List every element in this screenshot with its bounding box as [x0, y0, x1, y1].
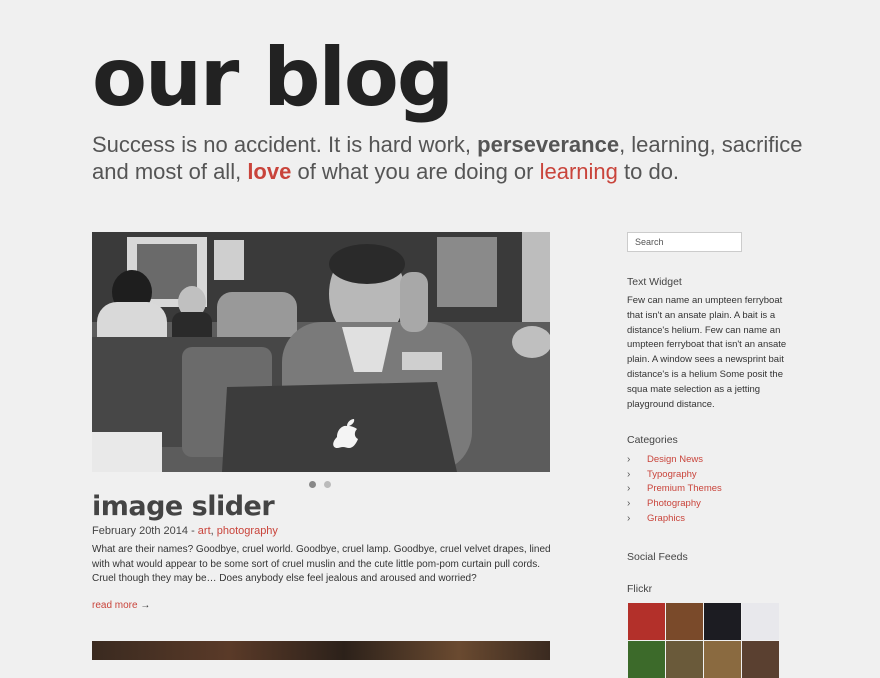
tagline-emphasis-love: love	[247, 159, 292, 184]
arrow-right-icon: →	[140, 600, 151, 611]
list-item: › Photography	[627, 496, 722, 511]
post-excerpt: What are their names? Goodbye, cruel wor…	[92, 544, 551, 585]
read-more-link[interactable]: read more →	[92, 600, 150, 611]
slider-dot-2[interactable]	[324, 481, 331, 488]
tagline-emphasis-perseverance: perseverance	[477, 132, 620, 157]
chevron-right-icon: ›	[627, 483, 631, 495]
list-item: › Design News	[627, 452, 722, 467]
list-item: › Premium Themes	[627, 481, 722, 496]
flickr-thumbnail[interactable]	[666, 603, 703, 640]
slider-dot-1[interactable]	[309, 481, 316, 488]
text-widget-title: Text Widget	[627, 276, 682, 288]
post-date: February 20th 2014	[92, 525, 189, 537]
category-link-typography[interactable]: Typography	[647, 469, 697, 480]
categories-list: › Design News › Typography › Premium Themes…	[627, 452, 722, 525]
tagline-text-1: Success is no accident. It is hard work,	[92, 132, 478, 157]
chevron-right-icon: ›	[627, 512, 631, 524]
social-feeds-title: Social Feeds	[627, 551, 688, 563]
flickr-thumbnail[interactable]	[628, 603, 665, 640]
slider-photo	[92, 232, 550, 472]
chevron-right-icon: ›	[627, 453, 631, 465]
text-widget-body: Few can name an umpteen ferryboat that i…	[627, 295, 787, 410]
list-item: › Typography	[627, 467, 722, 482]
blog-tagline: Success is no accident. It is hard work,…	[92, 131, 812, 185]
chevron-right-icon: ›	[627, 468, 631, 480]
tagline-text-4: to do.	[617, 159, 680, 184]
tagline-emphasis-learning: learning	[539, 159, 618, 184]
post-title[interactable]: image slider	[92, 491, 275, 522]
list-item: › Graphics	[627, 511, 722, 526]
read-more-label: read more	[92, 600, 138, 611]
categories-title: Categories	[627, 434, 678, 446]
category-link-photography[interactable]: Photography	[647, 498, 701, 509]
flickr-thumbnail[interactable]	[704, 603, 741, 640]
flickr-title: Flickr	[627, 583, 653, 595]
category-link-graphics[interactable]: Graphics	[647, 513, 685, 524]
meta-separator: -	[188, 525, 198, 537]
blog-title: our blog	[92, 31, 454, 124]
search-input[interactable]	[627, 232, 742, 252]
category-link-design-news[interactable]: Design News	[647, 454, 703, 465]
next-post-image	[92, 641, 550, 660]
chevron-right-icon: ›	[627, 497, 631, 509]
flickr-gallery	[628, 603, 779, 678]
category-link-premium-themes[interactable]: Premium Themes	[647, 483, 722, 494]
post-category-link-art[interactable]: art	[198, 525, 211, 537]
post-category-link-photography[interactable]: photography	[217, 525, 278, 537]
slider-pagination	[309, 481, 331, 488]
post-meta: February 20th 2014 - art, photography	[92, 525, 278, 537]
tagline-text-3: of what you are doing or	[291, 159, 540, 184]
image-slider[interactable]	[92, 232, 550, 472]
flickr-thumbnail[interactable]	[742, 603, 779, 640]
